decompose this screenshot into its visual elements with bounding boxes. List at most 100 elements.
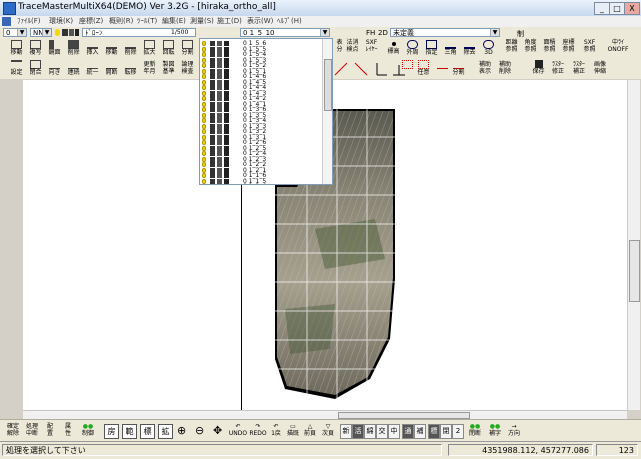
lightbulb-icon[interactable] bbox=[202, 112, 206, 118]
raster-adjust-button[interactable]: ﾗｽﾀｰ 補正 bbox=[569, 59, 589, 81]
lightbulb-icon[interactable] bbox=[202, 79, 206, 85]
horizontal-scroll-thumb[interactable] bbox=[338, 412, 470, 419]
zoom-in-icon[interactable]: ⊕ bbox=[177, 424, 186, 437]
pen-icon[interactable] bbox=[217, 140, 222, 145]
printer-icon[interactable] bbox=[210, 145, 215, 151]
aux-delete-button[interactable]: 補助 削除 bbox=[495, 59, 515, 81]
lock-icon[interactable] bbox=[224, 156, 229, 162]
lightbulb-icon[interactable] bbox=[202, 57, 206, 63]
lock-icon[interactable] bbox=[224, 162, 229, 167]
lightbulb-icon[interactable] bbox=[202, 129, 206, 134]
save-button[interactable]: 保存 bbox=[530, 59, 547, 81]
menu-help[interactable]: ﾍﾙﾌﾟ(H) bbox=[277, 16, 302, 27]
placement-button[interactable]: 配置 bbox=[43, 423, 57, 439]
lock-icon[interactable] bbox=[224, 63, 229, 68]
label-box-button[interactable]: 標 bbox=[140, 424, 155, 439]
redo-button[interactable]: ↷ REDO bbox=[248, 423, 268, 439]
pen-icon[interactable] bbox=[217, 57, 222, 63]
tab-close[interactable]: 閉 bbox=[440, 424, 452, 439]
attribute-button[interactable]: 属性 bbox=[61, 423, 75, 439]
printer-icon[interactable] bbox=[210, 129, 215, 134]
split-button[interactable]: 分割 bbox=[179, 39, 196, 61]
lightbulb-icon[interactable] bbox=[202, 178, 206, 184]
printer-icon[interactable] bbox=[210, 178, 215, 184]
aux-display-button[interactable]: 補助 表示 bbox=[475, 59, 495, 81]
lock-icon[interactable] bbox=[224, 79, 229, 85]
direction-button[interactable]: 向き bbox=[46, 59, 63, 81]
setting-button[interactable]: 設定 bbox=[8, 59, 25, 81]
specify-button[interactable]: 指定 bbox=[423, 39, 440, 61]
lightbulb-icon[interactable] bbox=[202, 123, 206, 129]
insert-button[interactable]: 挿入 bbox=[84, 39, 101, 61]
lightbulb-icon[interactable] bbox=[202, 151, 206, 156]
pen-icon[interactable] bbox=[217, 156, 222, 162]
pen-icon[interactable] bbox=[217, 118, 222, 123]
minimize-button[interactable]: _ bbox=[594, 2, 610, 15]
lock-icon[interactable] bbox=[224, 107, 229, 112]
pen-icon[interactable] bbox=[217, 79, 222, 85]
printer-icon[interactable] bbox=[210, 57, 215, 63]
printer-icon[interactable] bbox=[210, 85, 215, 90]
pen-icon[interactable] bbox=[217, 52, 222, 57]
menu-coordinate[interactable]: 座標(Z) bbox=[79, 16, 103, 27]
tab-center[interactable]: 中 bbox=[388, 424, 400, 439]
elevation-button[interactable]: 標高 bbox=[385, 39, 402, 61]
layer-dropdown-list[interactable]: 0 1_5_6 0 1_5_5 0 1_5_4 0 1_5_3 0 1_5_2 0 1_5… bbox=[199, 38, 333, 185]
lightbulb-icon[interactable] bbox=[202, 140, 206, 145]
pen-icon[interactable] bbox=[217, 68, 222, 74]
drafting-standard-button[interactable]: 製図 基準 bbox=[160, 59, 177, 81]
lock-icon[interactable] bbox=[224, 68, 229, 74]
2d-label[interactable]: 2D bbox=[378, 29, 388, 37]
lightbulb-icon[interactable] bbox=[55, 29, 60, 36]
divide-button[interactable]: 分割 bbox=[450, 59, 467, 81]
printer-icon[interactable] bbox=[210, 156, 215, 162]
vertex-move-button[interactable]: 移動 bbox=[103, 39, 120, 61]
close-button[interactable]: X bbox=[624, 2, 640, 15]
lock-icon[interactable] bbox=[224, 112, 229, 118]
lock-icon[interactable] bbox=[224, 52, 229, 57]
process-interrupt-button[interactable]: 処理 中断 bbox=[23, 423, 41, 439]
lock-icon[interactable] bbox=[75, 29, 79, 36]
angle-ref-button[interactable]: 角度 参照 bbox=[522, 39, 539, 61]
lightbulb-icon[interactable] bbox=[202, 173, 206, 178]
coordinate-ref-button[interactable]: 座標 参照 bbox=[560, 39, 577, 61]
lightbulb-icon[interactable] bbox=[202, 145, 206, 151]
pen-icon[interactable] bbox=[217, 74, 222, 79]
move-button[interactable]: 移動 bbox=[8, 39, 25, 61]
lightbulb-icon[interactable] bbox=[202, 68, 206, 74]
pen-icon[interactable] bbox=[217, 41, 222, 46]
printer-icon[interactable] bbox=[210, 123, 215, 129]
pen-icon[interactable] bbox=[217, 112, 222, 118]
maximize-button[interactable]: □ bbox=[609, 2, 625, 15]
continuous-button[interactable]: 連続 bbox=[65, 59, 82, 81]
lock-icon[interactable] bbox=[224, 101, 229, 107]
zoom-out-icon[interactable]: ⊖ bbox=[195, 424, 204, 437]
pen-select[interactable]: ﾄﾞﾛｰﾝ 1/500 bbox=[82, 28, 196, 37]
zoom-button[interactable]: 拡大 bbox=[141, 39, 158, 61]
lightbulb-icon[interactable] bbox=[202, 46, 206, 52]
pen-icon[interactable] bbox=[217, 123, 222, 129]
pen-icon[interactable] bbox=[217, 145, 222, 151]
lightbulb-icon[interactable] bbox=[202, 101, 206, 107]
mode-select[interactable]: NNR ▼ bbox=[30, 28, 52, 37]
pen-icon[interactable] bbox=[217, 184, 222, 185]
lock-icon[interactable] bbox=[224, 145, 229, 151]
pen-icon[interactable] bbox=[217, 96, 222, 101]
lightbulb-icon[interactable] bbox=[202, 41, 206, 46]
logic-check-button[interactable]: 論理 検査 bbox=[179, 59, 196, 81]
lightbulb-icon[interactable] bbox=[202, 184, 206, 185]
area-ref-button[interactable]: 面積 参照 bbox=[541, 39, 558, 61]
layer-combo[interactable]: 0 1_5_10 ▼ bbox=[240, 28, 330, 37]
lock-icon[interactable] bbox=[224, 123, 229, 129]
printer-icon[interactable] bbox=[210, 173, 215, 178]
lock-icon[interactable] bbox=[224, 57, 229, 63]
printer-icon[interactable] bbox=[210, 63, 215, 68]
lock-icon[interactable] bbox=[224, 41, 229, 46]
transfer-button[interactable]: 転移 bbox=[122, 59, 139, 81]
erase-button[interactable]: 法消 検点 bbox=[344, 39, 361, 61]
pen-icon[interactable] bbox=[217, 167, 222, 173]
printer-icon[interactable] bbox=[210, 41, 215, 46]
dropdown-scroll-thumb[interactable] bbox=[324, 59, 332, 111]
vertex-delete-button[interactable]: 削除 bbox=[122, 39, 139, 61]
tab-active[interactable]: 活 bbox=[352, 424, 364, 439]
